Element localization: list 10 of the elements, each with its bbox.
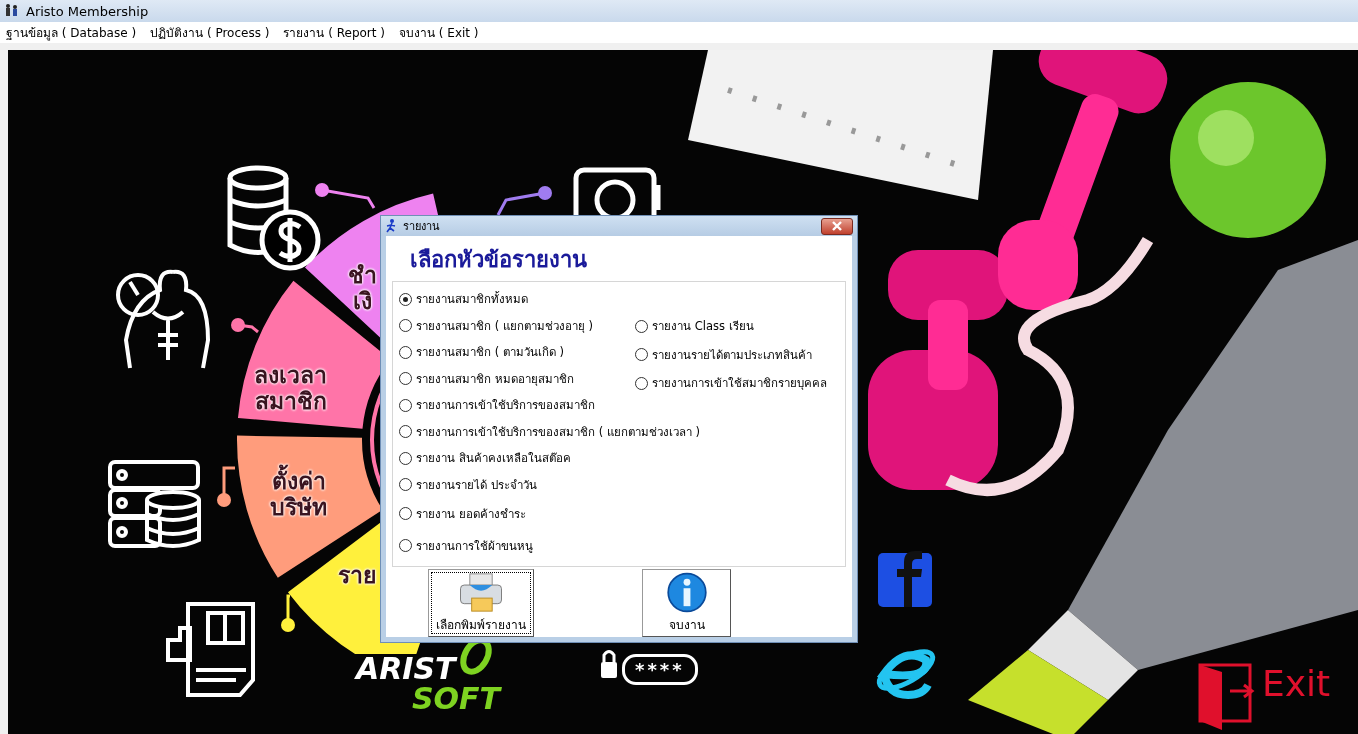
wheel-label: เงิ (353, 288, 372, 315)
wheel-label: ราย (338, 562, 376, 589)
wheel-label: ชำ (348, 262, 377, 289)
window-title: Aristo Membership (26, 3, 149, 19)
wheel-label: บริษัท (270, 494, 327, 521)
wheel-label: ลงเวลา (254, 362, 327, 389)
dialog-title: รายงาน (403, 219, 441, 235)
logo-text: SOFT (412, 684, 501, 714)
dialog-heading: เลือกหัวข้อรายงาน (409, 246, 588, 274)
wheel-label: สมาชิก (254, 388, 327, 415)
